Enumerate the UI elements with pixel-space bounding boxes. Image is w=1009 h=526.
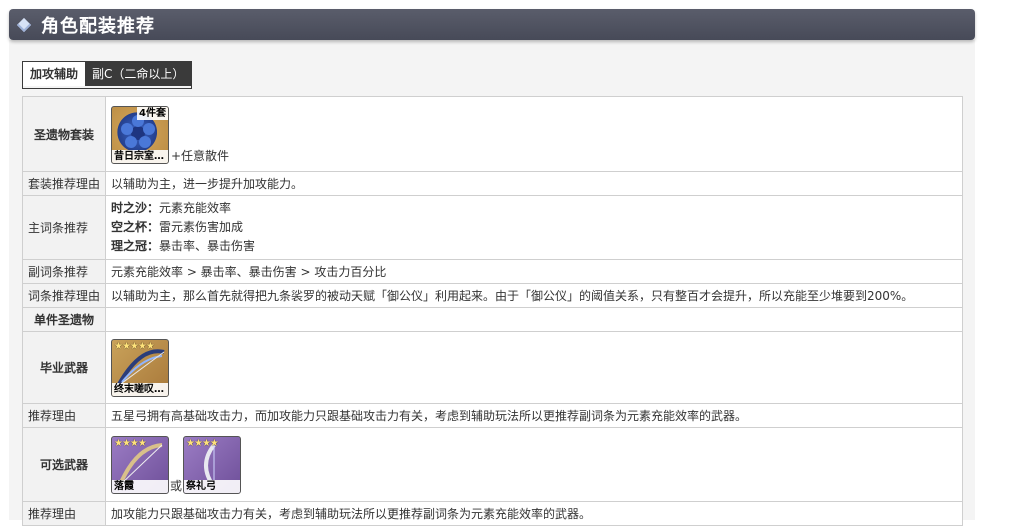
row-weapon-reason: 推荐理由 五星弓拥有高基础攻击力，而加攻能力只跟基础攻击力有关，考虑到辅助玩法所…: [22, 403, 963, 428]
tab-sub-dps[interactable]: 副C（二命以上）: [85, 62, 192, 86]
alt-weapon-item[interactable]: ★★★★ 祭礼弓: [183, 435, 242, 494]
main-stats-label: 主词条推荐: [22, 195, 106, 260]
best-weapon-label: 毕业武器: [22, 331, 106, 404]
alt-weapon-name: 落霞: [112, 479, 168, 493]
set-reason-label: 套装推荐理由: [22, 171, 106, 196]
main-stat-line: 理之冠：暴击率、暴击伤害: [111, 237, 957, 256]
row-single-piece: 单件圣遗物: [22, 307, 963, 332]
main-stat-text: 雷元素伤害加成: [159, 220, 244, 234]
rarity-stars: ★★★★: [114, 437, 147, 449]
row-alt-weapons: 可选武器 ★★★★ 落霞 或 ★★★★ 祭礼弓: [22, 427, 963, 502]
or-separator: 或: [170, 478, 183, 493]
main-stat-line: 时之沙：元素充能效率: [111, 199, 957, 218]
rarity-stars: ★★★★: [186, 437, 219, 449]
main-stat-slot: 理之冠：: [111, 239, 160, 253]
alt-weapon-item[interactable]: ★★★★ 落霞: [111, 435, 169, 494]
artifact-set-suffix: +任意散件: [171, 149, 230, 163]
weapon-reason-value: 五星弓拥有高基础攻击力，而加攻能力只跟基础攻击力有关，考虑到辅助玩法所以更推荐副…: [105, 403, 963, 428]
main-stats-value: 时之沙：元素充能效率 空之杯：雷元素伤害加成 理之冠：暴击率、暴击伤害: [105, 195, 963, 260]
artifact-set-item[interactable]: 4件套 昔日宗室…: [111, 106, 169, 164]
artifact-set-name: 昔日宗室…: [112, 150, 168, 163]
set-count-badge: 4件套: [137, 107, 168, 120]
row-artifact-set: 圣遗物套装 4件套 昔日宗室… +任意散件: [22, 96, 963, 172]
section-header: 角色配装推荐: [9, 9, 975, 40]
stat-reason-value: 以辅助为主，那么首先就得把九条裟罗的被动天赋「御公仪」利用起来。由于「御公仪」的…: [105, 283, 963, 308]
set-reason-value: 以辅助为主，进一步提升加攻能力。: [105, 171, 963, 196]
sub-stats-value: 元素充能效率 > 暴击率、暴击伤害 > 攻击力百分比: [105, 259, 963, 284]
best-weapon-name: 终末嗟叹…: [112, 382, 168, 396]
main-stat-line: 空之杯：雷元素伤害加成: [111, 218, 957, 237]
rarity-stars: ★★★★★: [114, 340, 155, 352]
single-piece-value: [105, 307, 963, 332]
row-stat-reason: 词条推荐理由 以辅助为主，那么首先就得把九条裟罗的被动天赋「御公仪」利用起来。由…: [22, 283, 963, 308]
alt-weapon-name: 祭礼弓: [184, 479, 241, 493]
alt-weapons-label: 可选武器: [22, 427, 106, 502]
page: 角色配装推荐 加攻辅助 副C（二命以上） 圣遗物套装 4件套 昔日宗室… +任意…: [0, 0, 1009, 526]
alt-weapons-value: ★★★★ 落霞 或 ★★★★ 祭礼弓: [105, 427, 963, 502]
main-stat-slot: 时之沙：: [111, 201, 160, 215]
weapon-reason-label: 推荐理由: [22, 403, 106, 428]
single-piece-label: 单件圣遗物: [22, 307, 106, 332]
tab-attack-support[interactable]: 加攻辅助: [23, 62, 86, 86]
row-best-weapon: 毕业武器 ★★★★★ 终末嗟叹…: [22, 331, 963, 404]
build-tabs: 加攻辅助 副C（二命以上）: [22, 61, 193, 89]
stat-reason-label: 词条推荐理由: [22, 283, 106, 308]
diamond-icon: [16, 17, 32, 32]
best-weapon-value: ★★★★★ 终末嗟叹…: [105, 331, 963, 404]
artifact-set-value: 4件套 昔日宗室… +任意散件: [105, 96, 963, 172]
best-weapon-item[interactable]: ★★★★★ 终末嗟叹…: [111, 338, 169, 397]
main-stat-text: 元素充能效率: [159, 201, 232, 215]
row-set-reason: 套装推荐理由 以辅助为主，进一步提升加攻能力。: [22, 171, 963, 196]
row-sub-stats: 副词条推荐 元素充能效率 > 暴击率、暴击伤害 > 攻击力百分比: [22, 259, 963, 284]
section-title: 角色配装推荐: [41, 15, 155, 37]
main-stat-slot: 空之杯：: [111, 220, 160, 234]
row-main-stats: 主词条推荐 时之沙：元素充能效率 空之杯：雷元素伤害加成 理之冠：暴击率、暴击伤…: [22, 195, 963, 260]
sub-stats-label: 副词条推荐: [22, 259, 106, 284]
build-table: 圣遗物套装 4件套 昔日宗室… +任意散件 套装推荐理由 以辅助为主，进一步提升…: [22, 96, 963, 526]
main-stat-text: 暴击率、暴击伤害: [159, 239, 256, 253]
artifact-set-label: 圣遗物套装: [22, 96, 106, 172]
